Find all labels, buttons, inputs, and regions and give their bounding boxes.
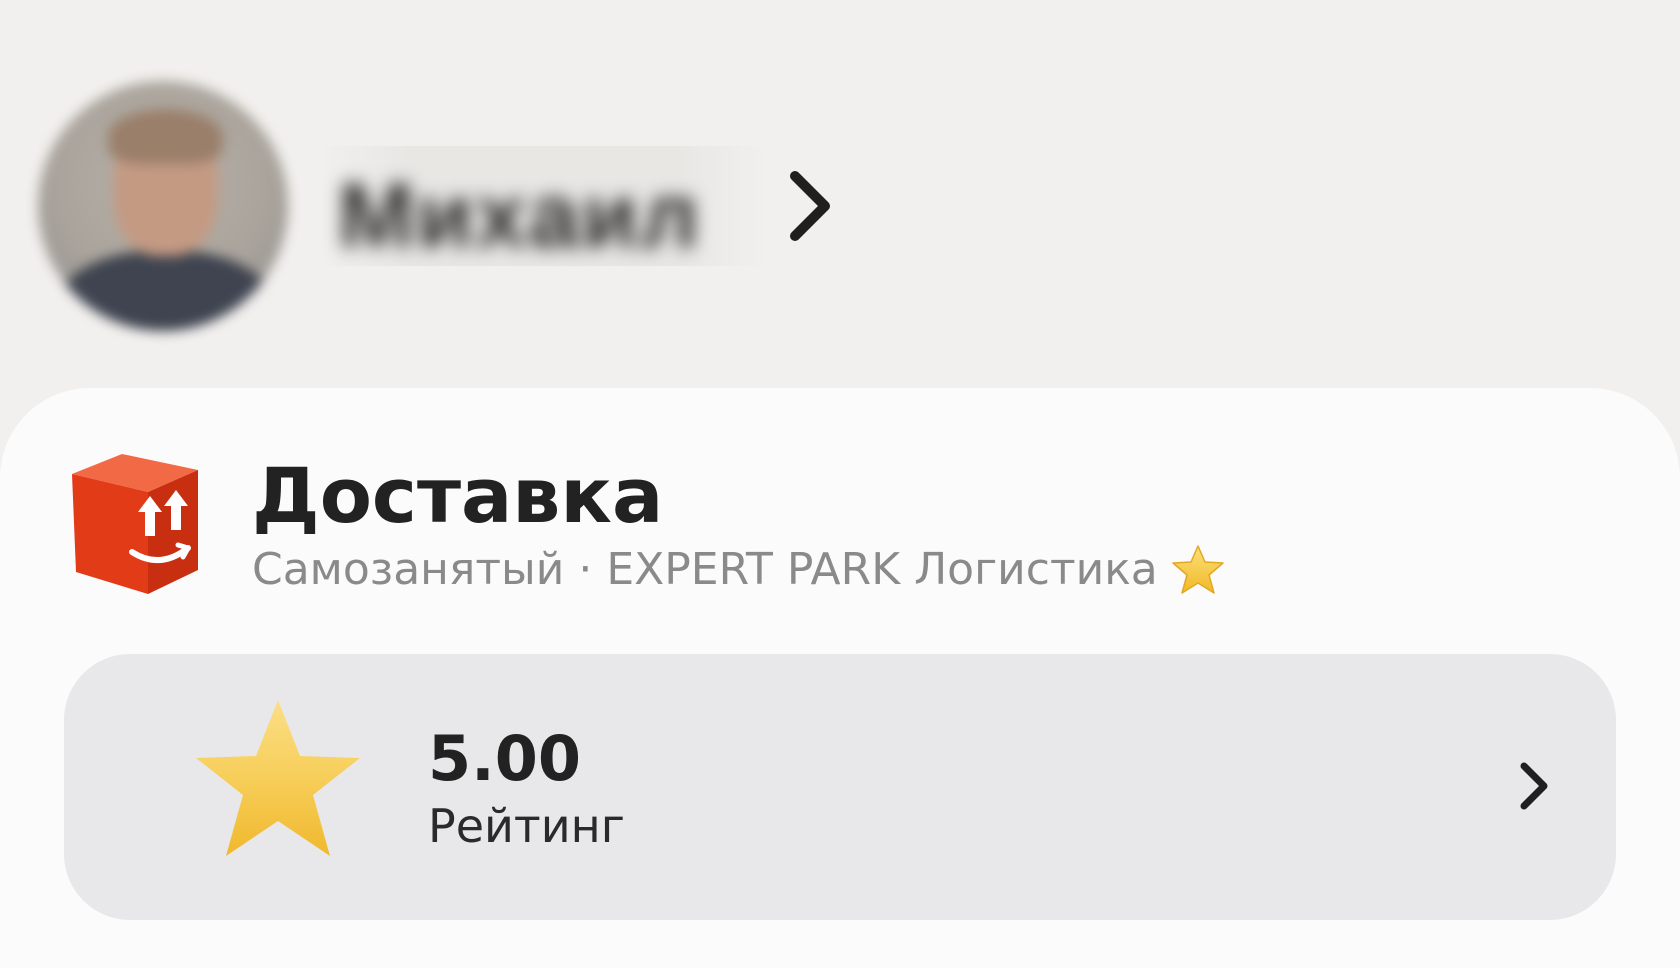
service-row: Доставка Самозанятый · EXPERT PARK Логис… xyxy=(62,448,1226,600)
service-card: Доставка Самозанятый · EXPERT PARK Логис… xyxy=(0,388,1680,968)
profile-open-button[interactable] xyxy=(780,161,840,251)
avatar-hair xyxy=(108,109,223,164)
service-subtitle-row: Самозанятый · EXPERT PARK Логистика xyxy=(252,540,1226,600)
rating-label: Рейтинг xyxy=(428,799,625,853)
star-icon xyxy=(196,700,360,856)
chevron-right-icon xyxy=(1520,762,1548,810)
service-title: Доставка xyxy=(252,451,664,540)
profile-name-container[interactable]: Михаил xyxy=(318,146,768,267)
star-icon xyxy=(1172,545,1224,594)
service-text: Доставка Самозанятый · EXPERT PARK Логис… xyxy=(252,448,1226,600)
chevron-right-icon xyxy=(790,171,830,241)
rating-button[interactable]: 5.00 Рейтинг xyxy=(64,654,1616,920)
profile-name: Михаил xyxy=(338,165,701,267)
profile-screen: Михаил Доставка Самозанятый · EXPERT PAR… xyxy=(0,0,1680,968)
profile-header[interactable]: Михаил xyxy=(38,80,840,332)
service-subtitle: Самозанятый · EXPERT PARK Логистика xyxy=(252,544,1158,595)
delivery-box-icon xyxy=(72,454,198,594)
avatar[interactable] xyxy=(38,81,288,331)
rating-value: 5.00 xyxy=(428,722,581,795)
